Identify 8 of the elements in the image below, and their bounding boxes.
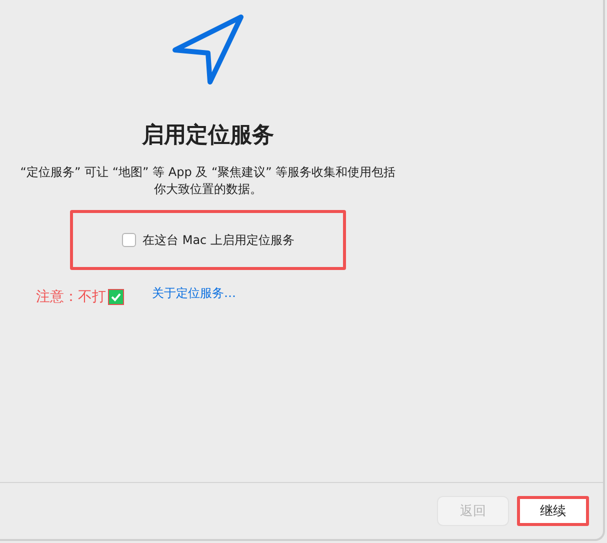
page-title: 启用定位服务 <box>142 122 274 150</box>
about-link[interactable]: 关于定位服务… <box>152 284 236 302</box>
annotation-text: 注意：不打 <box>36 288 106 306</box>
location-arrow-icon <box>171 14 245 86</box>
continue-button[interactable]: 继续 <box>517 496 589 526</box>
description-text: “定位服务” 可让 “地图” 等 App 及 “聚焦建议” 等服务收集和使用包括你大致位置的数据。 <box>19 164 397 198</box>
checkbox-label[interactable]: 在这台 Mac 上启用定位服务 <box>142 232 294 248</box>
checkbox[interactable] <box>122 233 136 247</box>
